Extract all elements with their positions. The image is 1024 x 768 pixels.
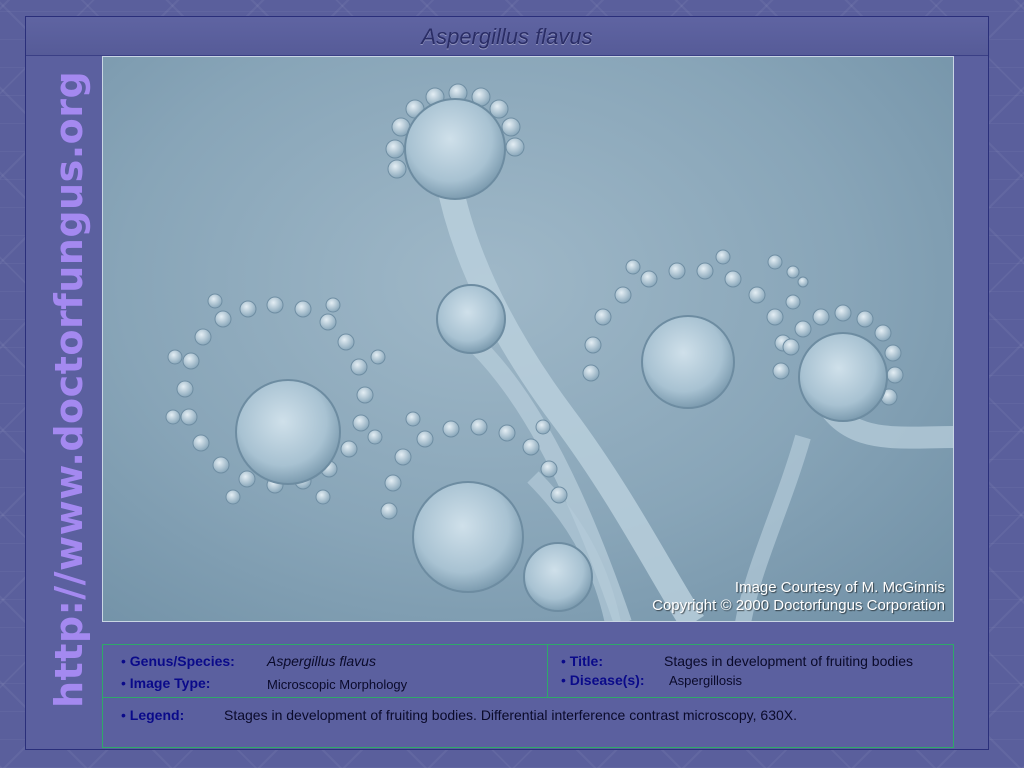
table-divider-vertical: [547, 645, 548, 697]
legend-label: Legend:: [129, 707, 185, 723]
disease-label: Disease(s):: [569, 672, 645, 688]
title-value: Stages in development of fruiting bodies: [664, 653, 914, 669]
credit-line-1: Image Courtesy of M. McGinnis: [734, 579, 945, 596]
bullet-icon: •: [561, 672, 566, 688]
bullet-icon: •: [121, 653, 126, 669]
legend-row: • Legend:: [121, 707, 184, 723]
genus-row: • Genus/Species:: [121, 653, 235, 669]
side-url-watermark: http://www.doctorfungus.org: [47, 70, 91, 708]
title-row: • Title:: [561, 653, 603, 669]
genus-value: Aspergillus flavus: [267, 653, 376, 669]
bullet-icon: •: [561, 653, 566, 669]
image-credit: Image Courtesy of M. McGinnis Copyright …: [652, 579, 945, 615]
vesicle-young: [436, 284, 506, 354]
vesicle-right: [782, 304, 904, 422]
image-type-value: Microscopic Morphology: [267, 677, 408, 692]
disease-row: • Disease(s):: [561, 672, 645, 688]
bullet-icon: •: [121, 707, 126, 723]
title-label: Title:: [569, 653, 603, 669]
image-type-label: Image Type:: [129, 675, 211, 691]
bullet-icon: •: [121, 675, 126, 691]
slide-title: Aspergillus flavus: [421, 24, 593, 49]
legend-value: Stages in development of fruiting bodies…: [224, 707, 798, 723]
title-bar: Aspergillus flavus: [26, 17, 988, 56]
image-type-row: • Image Type:: [121, 675, 210, 691]
disease-value: Aspergillosis: [669, 673, 742, 688]
credit-line-2: Copyright © 2000 Doctorfungus Corporatio…: [652, 597, 945, 614]
vesicle-top: [385, 83, 525, 200]
microscopy-image: Image Courtesy of M. McGinnis Copyright …: [102, 56, 954, 622]
fungus-illustration: [165, 83, 953, 621]
table-divider-horizontal: [103, 697, 953, 698]
genus-label: Genus/Species:: [129, 653, 235, 669]
info-table: • Genus/Species: Aspergillus flavus • Im…: [102, 644, 954, 748]
